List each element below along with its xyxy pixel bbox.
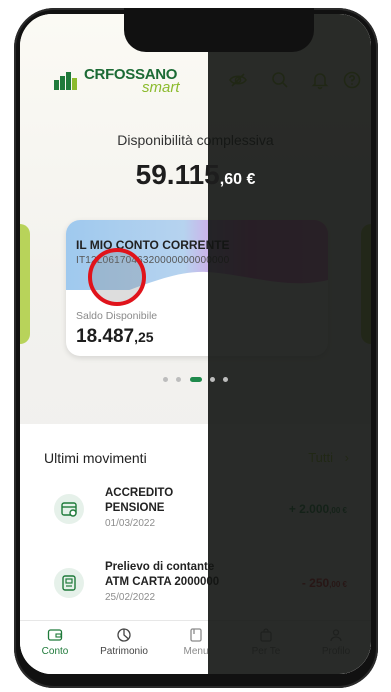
- app-screen: CRFOSSANO smart Disponibilità complessiv…: [20, 14, 371, 674]
- movement-date: 25/02/2022: [105, 592, 156, 603]
- gift-bag-icon: [260, 628, 272, 642]
- bell-icon[interactable]: [310, 70, 330, 90]
- movement-date: 01/03/2022: [105, 518, 156, 529]
- carousel-dot[interactable]: [162, 377, 168, 383]
- bottom-tab-bar: Conto Patrimonio Menu Per Te Profilo: [20, 620, 371, 674]
- brand-logo: CRFOSSANO smart: [54, 66, 184, 96]
- saldo-currency: €: [158, 329, 167, 345]
- total-availability-label: Disponibilità complessiva: [117, 132, 274, 148]
- search-icon[interactable]: [270, 70, 290, 90]
- saldo-int: 18.487: [76, 326, 135, 347]
- tab-patrimonio[interactable]: Patrimonio: [94, 627, 154, 657]
- total-amount-int: 59.115: [135, 159, 220, 190]
- tab-per-te[interactable]: Per Te: [236, 627, 296, 657]
- tab-menu[interactable]: Menu: [166, 627, 226, 657]
- tab-profilo[interactable]: Profilo: [306, 627, 366, 657]
- wallet-icon: [47, 629, 63, 641]
- account-card-title: IL MIO CONTO CORRENTE: [76, 238, 230, 252]
- logo-mark-icon: [54, 72, 80, 90]
- brand-sub: smart: [142, 79, 180, 96]
- atm-icon: [54, 568, 84, 598]
- movements-title: Ultimi movimenti: [44, 450, 147, 466]
- eye-off-icon[interactable]: [228, 70, 248, 90]
- movement-row[interactable]: Prelievo di contante ATM CARTA 2000000 2…: [20, 560, 371, 624]
- phone-notch: [124, 8, 314, 52]
- help-icon[interactable]: [342, 70, 362, 90]
- pie-chart-icon: [117, 628, 131, 642]
- recent-movements-panel: Ultimi movimenti Tutti › ACCREDITO PENSI…: [20, 424, 371, 620]
- total-amount-dec: ,60: [219, 171, 242, 188]
- chevron-right-icon[interactable]: ›: [345, 450, 349, 465]
- saldo-dec: ,25: [134, 329, 154, 345]
- calendar-check-icon: [54, 494, 84, 524]
- user-icon: [330, 629, 342, 642]
- movement-row[interactable]: ACCREDITO PENSIONE 01/03/2022 + 2.000,00…: [20, 486, 371, 550]
- movement-amount: - 250,00 €: [301, 576, 347, 590]
- prev-account-card[interactable]: [20, 224, 30, 344]
- next-account-card[interactable]: [361, 224, 371, 344]
- account-card-saldo: 18.487,25 €: [76, 326, 167, 348]
- carousel-dot-active[interactable]: [189, 377, 202, 383]
- movement-amount: + 2.000,00 €: [288, 502, 347, 516]
- movement-description: ACCREDITO PENSIONE: [105, 487, 174, 514]
- highlight-circle: [88, 248, 146, 306]
- movements-all-link[interactable]: Tutti: [308, 450, 333, 465]
- app-header: CRFOSSANO smart: [20, 66, 371, 96]
- menu-book-icon: [190, 628, 202, 642]
- account-card-saldo-label: Saldo Disponibile: [76, 310, 158, 322]
- movement-description: Prelievo di contante ATM CARTA 2000000: [105, 561, 220, 588]
- total-availability-amount: 59.115,60 €: [20, 159, 371, 191]
- total-amount-currency: €: [246, 171, 256, 188]
- tab-conto[interactable]: Conto: [25, 627, 85, 657]
- carousel-indicator[interactable]: [20, 371, 371, 383]
